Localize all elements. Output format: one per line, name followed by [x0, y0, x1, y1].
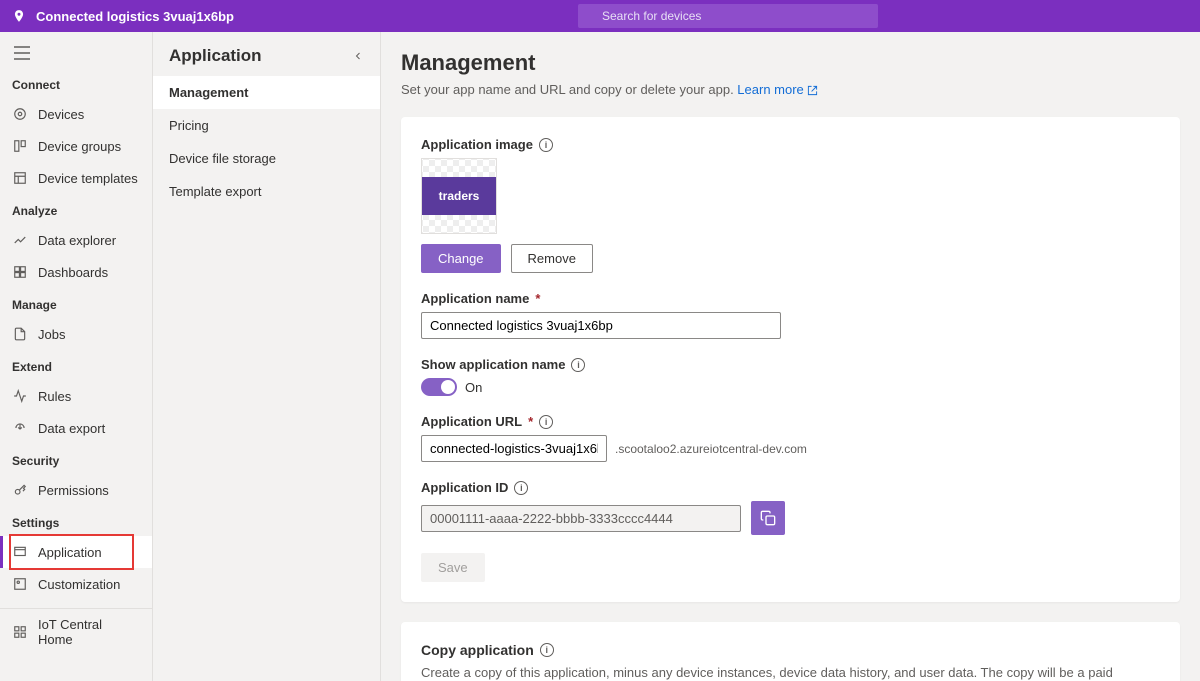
subnav-header: Application: [153, 32, 380, 76]
app-url-label: Application URL* i: [421, 414, 1160, 429]
app-id-input: [421, 505, 741, 532]
nav-iot-central-home[interactable]: IoT Central Home: [0, 609, 152, 655]
page-subtitle: Set your app name and URL and copy or de…: [401, 82, 1180, 97]
dashboards-icon: [12, 264, 28, 280]
save-button[interactable]: Save: [421, 553, 485, 582]
nav-rules[interactable]: Rules: [0, 380, 152, 412]
nav-dashboards[interactable]: Dashboards: [0, 256, 152, 288]
nav-section-connect: Connect: [0, 68, 152, 98]
export-icon: [12, 420, 28, 436]
main-content: Management Set your app name and URL and…: [381, 32, 1200, 681]
info-icon: i: [539, 415, 553, 429]
nav-data-explorer[interactable]: Data explorer: [0, 224, 152, 256]
app-url-suffix: .scootaloo2.azureiotcentral-dev.com: [615, 442, 807, 456]
learn-more-link[interactable]: Learn more: [737, 82, 818, 97]
copy-app-title: Copy application i: [421, 642, 1160, 658]
hamburger-icon[interactable]: [0, 38, 152, 68]
app-image-label: Application image i: [421, 137, 1160, 152]
app-title: Connected logistics 3vuaj1x6bp: [36, 9, 234, 24]
jobs-icon: [12, 326, 28, 342]
nav-section-extend: Extend: [0, 350, 152, 380]
info-icon: i: [514, 481, 528, 495]
info-icon: i: [539, 138, 553, 152]
copy-app-description: Create a copy of this application, minus…: [421, 664, 1160, 681]
nav-section-security: Security: [0, 444, 152, 474]
nav-device-templates[interactable]: Device templates: [0, 162, 152, 194]
devices-icon: [12, 106, 28, 122]
page-title: Management: [401, 50, 1180, 76]
app-image-preview: traders: [421, 158, 497, 234]
groups-icon: [12, 138, 28, 154]
top-bar: Connected logistics 3vuaj1x6bp: [0, 0, 1200, 32]
copy-id-button[interactable]: [751, 501, 785, 535]
application-icon: [12, 544, 28, 560]
subnav-pricing[interactable]: Pricing: [153, 109, 380, 142]
subnav-title: Application: [169, 46, 262, 66]
customization-icon: [12, 576, 28, 592]
show-name-toggle[interactable]: [421, 378, 457, 396]
management-card: Application image i traders Change Remov…: [401, 117, 1180, 602]
search-input[interactable]: [578, 4, 878, 28]
search-container: [578, 4, 878, 28]
nav-section-settings: Settings: [0, 506, 152, 536]
home-icon: [12, 624, 28, 640]
nav-application[interactable]: Application: [0, 536, 152, 568]
app-name-input[interactable]: [421, 312, 781, 339]
chevron-left-icon[interactable]: [352, 50, 364, 62]
sub-nav: Application Management Pricing Device fi…: [153, 32, 381, 681]
change-button[interactable]: Change: [421, 244, 501, 273]
copy-application-card: Copy application i Create a copy of this…: [401, 622, 1180, 681]
app-url-input[interactable]: [421, 435, 607, 462]
app-image-text: traders: [422, 177, 496, 215]
nav-permissions[interactable]: Permissions: [0, 474, 152, 506]
nav-devices[interactable]: Devices: [0, 98, 152, 130]
toggle-state: On: [465, 380, 482, 395]
nav-jobs[interactable]: Jobs: [0, 318, 152, 350]
subnav-device-file-storage[interactable]: Device file storage: [153, 142, 380, 175]
location-icon: [12, 9, 26, 23]
templates-icon: [12, 170, 28, 186]
remove-button[interactable]: Remove: [511, 244, 593, 273]
nav-data-export[interactable]: Data export: [0, 412, 152, 444]
nav-section-analyze: Analyze: [0, 194, 152, 224]
explorer-icon: [12, 232, 28, 248]
permissions-icon: [12, 482, 28, 498]
left-nav: Connect Devices Device groups Device tem…: [0, 32, 153, 681]
show-name-label: Show application name i: [421, 357, 1160, 372]
app-name-label: Application name*: [421, 291, 1160, 306]
app-id-label: Application ID i: [421, 480, 1160, 495]
nav-section-manage: Manage: [0, 288, 152, 318]
subnav-template-export[interactable]: Template export: [153, 175, 380, 208]
nav-customization[interactable]: Customization: [0, 568, 152, 600]
subnav-management[interactable]: Management: [153, 76, 380, 109]
info-icon: i: [571, 358, 585, 372]
rules-icon: [12, 388, 28, 404]
nav-device-groups[interactable]: Device groups: [0, 130, 152, 162]
info-icon: i: [540, 643, 554, 657]
